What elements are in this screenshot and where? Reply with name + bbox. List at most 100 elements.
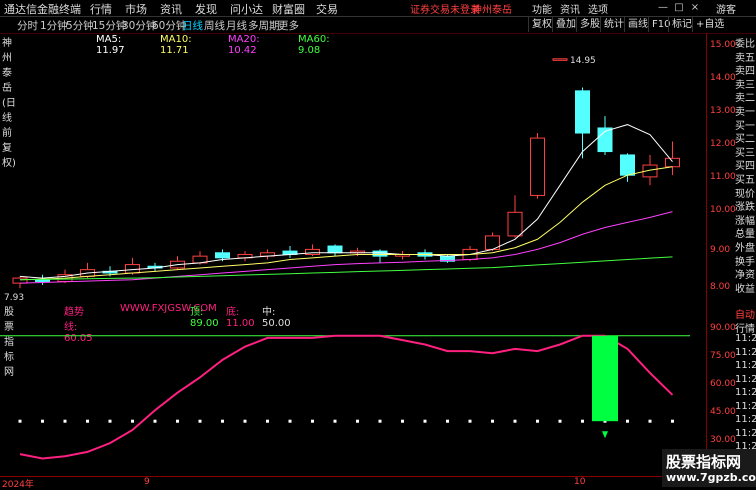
axis-tick: 8.00 <box>710 282 731 292</box>
axis-tick: 15.00 <box>710 40 736 50</box>
side-time-item: 11:26 <box>735 414 756 425</box>
price-axis: 15.00 14.00 13.00 12.00 11.00 10.00 9.00… <box>706 33 736 476</box>
side-time-item: 11:26 <box>735 360 756 371</box>
axis-tick: 11.00 <box>710 172 736 182</box>
candle-body <box>35 279 50 282</box>
func-menu[interactable]: 功能 <box>532 1 552 16</box>
watermark-url: www.7gpzb.com <box>666 471 756 484</box>
side-time-item: 11:26 <box>735 400 756 412</box>
mid-dot <box>558 419 562 423</box>
mid-dot <box>446 419 449 423</box>
watermark: 股票指标网 www.7gpzb.com <box>662 449 756 487</box>
period-monthly[interactable]: 月线 <box>226 18 247 33</box>
side-time-item: 11:26 <box>735 387 756 398</box>
mid-dot <box>671 419 674 423</box>
mid-dot <box>266 419 269 423</box>
menu-trade[interactable]: 交易 <box>316 1 338 17</box>
candle-body <box>327 245 343 254</box>
axis-tick: 13.00 <box>710 106 736 116</box>
mid-dot <box>63 419 67 423</box>
side-time-item: 11:26 <box>735 373 756 385</box>
low-price-label: 7.93 <box>4 293 24 300</box>
axis-tick: 90.00 <box>710 323 736 333</box>
menu-discover[interactable]: 发现 <box>195 1 217 17</box>
mid-dot <box>18 419 22 423</box>
mid-dot <box>626 419 629 423</box>
candle-body <box>665 157 680 168</box>
mid-dot <box>648 419 652 423</box>
mid-dot <box>176 419 179 423</box>
menu-market[interactable]: 市场 <box>125 1 147 17</box>
date-axis: 2024年 9 10 <box>0 476 706 490</box>
tool-mark[interactable]: 标记 <box>668 17 695 32</box>
candle-body <box>620 154 635 176</box>
indicator-chart[interactable] <box>0 316 706 476</box>
candle-body <box>530 137 545 196</box>
tool-stats[interactable]: 统计 <box>600 17 627 32</box>
period-1min[interactable]: 1分钟 <box>40 18 68 33</box>
side-time-item: 11:26 <box>735 333 756 344</box>
watermark-title: 股票指标网 <box>666 453 742 471</box>
candle-body <box>305 248 320 255</box>
axis-tick: 12.00 <box>710 139 736 149</box>
info-menu[interactable]: 资讯 <box>560 1 580 16</box>
guest-label[interactable]: 游客 <box>716 1 736 16</box>
period-more[interactable]: 更多 <box>278 18 299 33</box>
login-warning[interactable]: 证券交易未登录 <box>410 1 480 16</box>
stock-name-link[interactable]: 神州泰岳 <box>472 1 512 16</box>
period-weekly[interactable]: 周线 <box>204 18 225 33</box>
mid-dot <box>153 419 157 423</box>
menu-wealth[interactable]: 财富圈 <box>272 1 305 17</box>
mid-dot <box>288 419 292 423</box>
mid-dot <box>131 419 134 423</box>
minimize-icon[interactable]: — <box>656 0 670 15</box>
candle-body <box>552 58 568 61</box>
candle-body <box>215 252 230 259</box>
axis-tick: 10.00 <box>710 205 736 215</box>
mid-dot <box>108 419 112 423</box>
candle-body <box>575 90 590 134</box>
tool-multi[interactable]: 多股 <box>576 17 603 32</box>
mid-dot <box>513 419 517 423</box>
price-chart[interactable]: 14.95 7.93 <box>0 47 706 300</box>
down-arrow-icon <box>602 431 608 439</box>
date-label: 9 <box>144 477 150 487</box>
period-daily[interactable]: 日线 <box>182 18 203 33</box>
tool-adjust[interactable]: 复权 <box>528 17 555 32</box>
side-item: 收益 <box>735 283 755 293</box>
candle-body <box>507 211 523 237</box>
mid-dot <box>333 419 337 423</box>
signal-bar <box>592 335 618 422</box>
menu-quotes[interactable]: 行情 <box>90 1 112 17</box>
mid-dot <box>243 419 247 423</box>
mid-dot <box>378 419 382 423</box>
side-panel: 委比 卖五 卖四 卖三 卖二 卖一 买一 买二 买三 买四 买五 现价 涨跌 涨幅 总量 外盘 换手 净资 收益 <box>734 33 756 293</box>
tool-overlay[interactable]: 叠加 <box>552 17 579 32</box>
close-icon[interactable]: × <box>688 0 702 15</box>
axis-tick: 45.00 <box>710 407 736 417</box>
axis-tick: 30.00 <box>710 435 736 445</box>
mid-dot <box>86 419 89 423</box>
menu-ask[interactable]: 问小达 <box>230 1 263 17</box>
axis-tick: 75.00 <box>710 351 736 361</box>
date-label: 10 <box>574 477 586 487</box>
axis-tick: 60.00 <box>710 379 736 389</box>
period-multi[interactable]: 多周期 <box>248 18 280 33</box>
maximize-icon[interactable]: □ <box>672 0 686 15</box>
options-menu[interactable]: 选项 <box>588 1 608 16</box>
period-tick[interactable]: 分时 <box>17 18 38 33</box>
app-title: 通达信金融终端 <box>4 3 81 16</box>
mid-dot <box>401 419 404 423</box>
mid-dot <box>198 419 202 423</box>
mid-dot <box>581 419 584 423</box>
period-5min[interactable]: 5分钟 <box>66 18 94 33</box>
mid-dot <box>221 419 224 423</box>
tool-add-watchlist[interactable]: +自选 <box>692 17 727 32</box>
mid-dot <box>311 419 314 423</box>
menu-news[interactable]: 资讯 <box>160 1 182 17</box>
tool-draw[interactable]: 画线 <box>624 17 651 32</box>
side-time-item: 11:26 <box>735 427 756 439</box>
date-label: 2024年 <box>2 480 34 490</box>
candle-body <box>12 277 28 284</box>
side-panel-lower: 自动行情11:2611:2611:2611:2611:2611:2611:261… <box>734 306 756 466</box>
